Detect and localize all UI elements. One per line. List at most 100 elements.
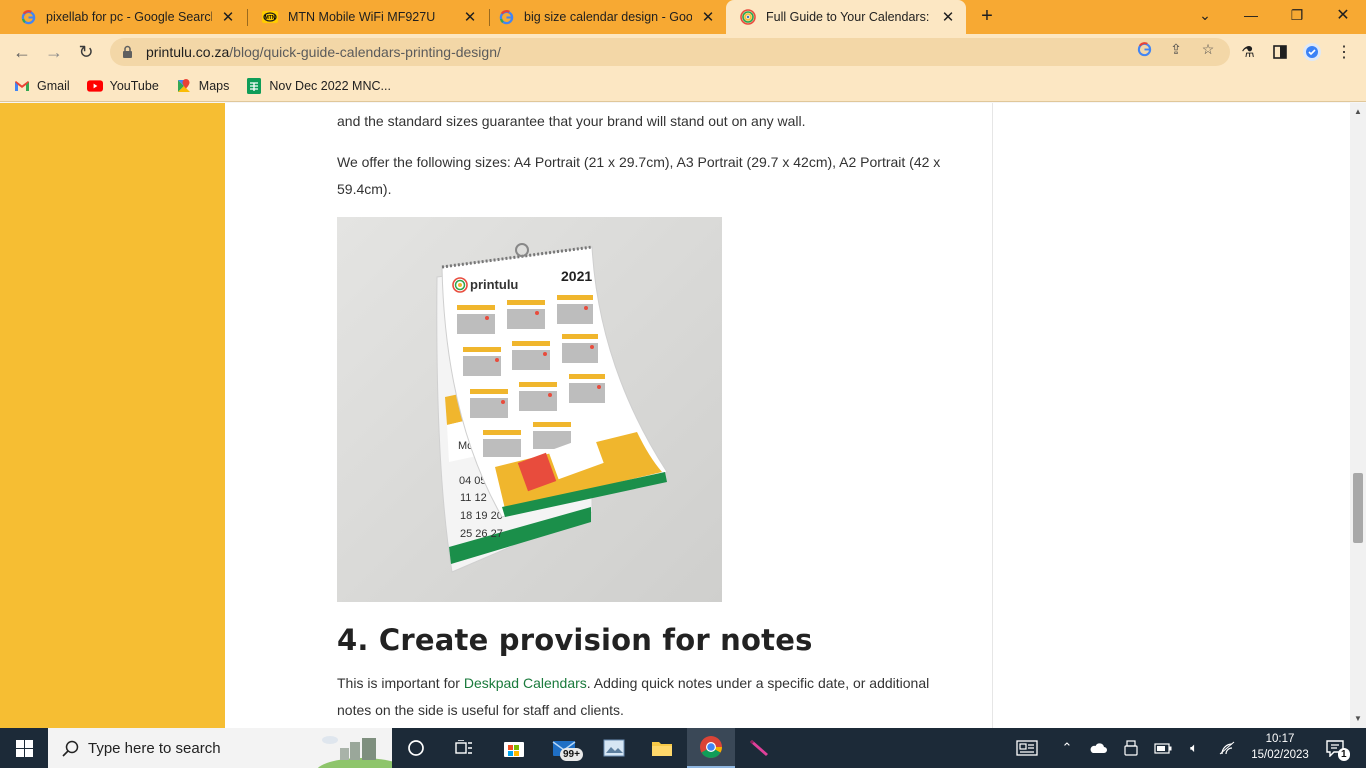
lock-icon <box>122 45 134 59</box>
share-icon[interactable]: ⇪ <box>1167 40 1185 58</box>
article-paragraph: and the standard sizes guarantee that yo… <box>337 113 806 129</box>
bookmark-label: Gmail <box>37 78 70 93</box>
image-brand-text: printulu <box>470 277 518 292</box>
windows-taskbar: Type here to search 99+ ⌃ 🔈︎ 10:17 15/02… <box>0 728 1366 768</box>
reload-icon[interactable]: ↻ <box>74 40 98 64</box>
google-icon <box>498 9 514 25</box>
bookmark-star-icon[interactable]: ☆ <box>1199 40 1217 58</box>
search-highlight-landscape-icon <box>317 736 392 768</box>
usb-device-icon[interactable] <box>1119 728 1143 768</box>
calendar-photo: Mo 04 05 11 12 18 19 20 25 26 27 printul… <box>337 217 722 602</box>
clock-time: 10:17 <box>1265 733 1295 745</box>
tab-calendar-search[interactable]: big size calendar design - Google ✕ <box>484 0 726 34</box>
window-close-button[interactable]: ✕ <box>1320 0 1366 30</box>
youtube-icon <box>86 78 103 94</box>
image-year-text: 2021 <box>561 268 592 284</box>
calendar-illustration: Mo 04 05 11 12 18 19 20 25 26 27 printul… <box>337 217 722 602</box>
notifications-icon[interactable]: 1 <box>1318 728 1352 768</box>
printulu-icon <box>740 9 756 25</box>
mtn-icon: MTN <box>262 9 278 25</box>
task-view-icon[interactable] <box>440 728 488 768</box>
photos-app-icon[interactable] <box>590 728 638 768</box>
chevron-down-icon[interactable]: ⌄ <box>1182 0 1228 30</box>
sheets-icon <box>246 77 262 94</box>
clock-date: 15/02/2023 <box>1251 749 1309 761</box>
new-tab-button[interactable]: + <box>976 6 998 28</box>
network-icon[interactable] <box>1215 728 1239 768</box>
bookmark-sheets[interactable]: Nov Dec 2022 MNC... <box>246 77 391 94</box>
page-viewport: and the standard sizes guarantee that yo… <box>0 103 1350 728</box>
section-heading: 4. Create provision for notes <box>337 623 813 657</box>
bookmark-label: YouTube <box>109 78 159 93</box>
svg-text:25 26 27: 25 26 27 <box>460 528 503 540</box>
tab-title: big size calendar design - Google <box>524 10 692 24</box>
volume-icon[interactable]: 🔈︎ <box>1182 728 1206 768</box>
bookmark-label: Nov Dec 2022 MNC... <box>269 78 391 93</box>
tab-printulu-active[interactable]: Full Guide to Your Calendars: Avo ✕ <box>726 0 966 34</box>
microsoft-store-icon[interactable] <box>490 728 538 768</box>
forward-arrow-icon[interactable]: → <box>42 40 66 64</box>
taskbar-search-box[interactable]: Type here to search <box>48 728 392 768</box>
address-bar[interactable]: printulu.co.za/blog/quick-guide-calendar… <box>110 38 1230 66</box>
maps-icon <box>176 78 192 94</box>
article-paragraph-sizes: We offer the following sizes: A4 Portrai… <box>337 154 941 197</box>
tab-title: pixellab for pc - Google Search <box>46 10 212 24</box>
onedrive-cloud-icon[interactable] <box>1086 728 1110 768</box>
article-content: and the standard sizes guarantee that yo… <box>225 103 993 728</box>
close-icon[interactable]: ✕ <box>220 9 236 26</box>
news-widget-icon[interactable] <box>1012 728 1042 768</box>
tab-title: MTN Mobile WiFi MF927U <box>288 10 436 24</box>
tab-strip: pixellab for pc - Google Search ✕ MTN MT… <box>0 0 1366 34</box>
taskbar-clock[interactable]: 10:17 15/02/2023 <box>1243 731 1317 763</box>
left-yellow-panel <box>0 103 225 728</box>
battery-icon[interactable] <box>1151 728 1175 768</box>
close-icon[interactable]: ✕ <box>700 9 716 26</box>
tab-title: Full Guide to Your Calendars: Avo <box>766 10 932 24</box>
search-icon <box>60 738 80 758</box>
svg-text:18 19 20: 18 19 20 <box>460 510 503 522</box>
mail-icon[interactable]: 99+ <box>540 728 588 768</box>
scrollbar-thumb[interactable] <box>1353 473 1363 543</box>
side-panel-icon[interactable] <box>1270 42 1290 62</box>
deskpad-calendars-link[interactable]: Deskpad Calendars <box>464 675 587 691</box>
url-path: /blog/quick-guide-calendars-printing-des… <box>229 44 501 60</box>
bookmark-youtube[interactable]: YouTube <box>86 78 159 94</box>
url-text: printulu.co.za/blog/quick-guide-calendar… <box>146 44 501 60</box>
browser-toolbar: ← → ↻ printulu.co.za/blog/quick-guide-ca… <box>0 34 1366 70</box>
article-paragraph-notes: This is important for Deskpad Calendars.… <box>337 670 947 724</box>
google-icon <box>20 9 36 25</box>
profile-avatar[interactable] <box>1302 42 1322 62</box>
google-lens-icon[interactable] <box>1135 40 1153 58</box>
pen-app-icon[interactable] <box>736 728 784 768</box>
back-arrow-icon[interactable]: ← <box>10 40 34 64</box>
bookmark-label: Maps <box>198 78 230 93</box>
close-icon[interactable]: ✕ <box>940 9 956 26</box>
url-domain: printulu.co.za <box>146 44 230 60</box>
svg-text:11 12: 11 12 <box>460 492 487 504</box>
windows-logo-icon <box>15 739 33 757</box>
bookmark-gmail[interactable]: Gmail <box>14 78 70 94</box>
scroll-down-arrow-icon[interactable]: ▼ <box>1350 712 1366 726</box>
scroll-up-arrow-icon[interactable]: ▲ <box>1350 105 1366 119</box>
chevron-up-icon[interactable]: ⌃ <box>1055 728 1079 768</box>
restore-button[interactable]: ❐ <box>1274 0 1320 30</box>
mail-badge: 99+ <box>560 748 583 761</box>
gmail-icon <box>14 78 30 94</box>
para-text: This is important for <box>337 675 464 691</box>
minimize-button[interactable]: — <box>1228 0 1274 30</box>
page-scrollbar[interactable]: ▲ ▼ <box>1350 103 1366 728</box>
notification-count-badge: 1 <box>1338 748 1350 761</box>
tab-mtn[interactable]: MTN MTN Mobile WiFi MF927U ✕ <box>248 0 488 34</box>
file-explorer-icon[interactable] <box>638 728 686 768</box>
bookmarks-bar: Gmail YouTube Maps Nov Dec 2022 MNC... <box>0 70 1366 102</box>
task-view-cortana-icon[interactable] <box>392 728 440 768</box>
bookmark-maps[interactable]: Maps <box>176 78 230 94</box>
windows-start-button[interactable] <box>0 728 48 768</box>
close-icon[interactable]: ✕ <box>462 9 478 26</box>
chrome-taskbar-icon[interactable] <box>687 728 735 768</box>
search-placeholder: Type here to search <box>88 739 221 757</box>
labs-flask-icon[interactable]: ⚗ <box>1238 42 1258 62</box>
svg-text:MTN: MTN <box>265 15 276 21</box>
kebab-menu-icon[interactable]: ⋮ <box>1334 42 1354 62</box>
tab-pixellab[interactable]: pixellab for pc - Google Search ✕ <box>6 0 246 34</box>
